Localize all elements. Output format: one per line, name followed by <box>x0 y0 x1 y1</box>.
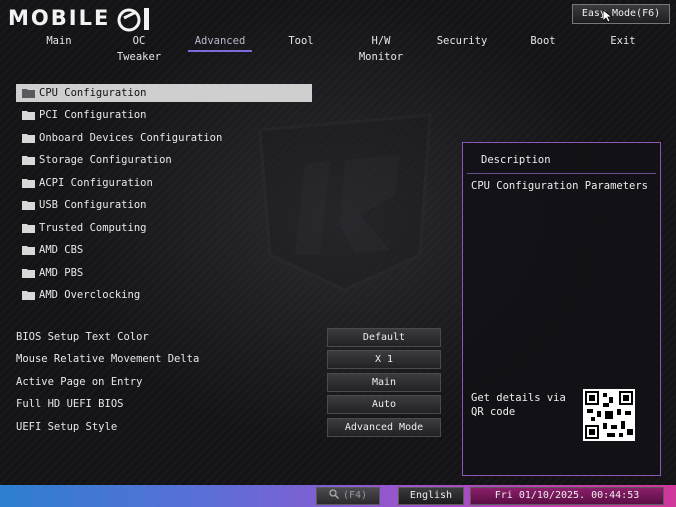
tab-oc-tweaker[interactable]: OC Tweaker <box>108 33 170 63</box>
qr-code-icon <box>585 391 633 439</box>
full-hd-uefi-select[interactable]: Auto <box>327 395 441 414</box>
language-button[interactable]: English <box>398 487 464 505</box>
menu-item-label: CPU Configuration <box>39 87 147 99</box>
folder-icon <box>22 111 35 120</box>
folder-icon <box>22 224 35 233</box>
tab-exit[interactable]: Exit <box>604 33 642 53</box>
folder-icon <box>22 156 35 165</box>
logo-text: MOBILE <box>8 6 111 30</box>
tab-tool[interactable]: Tool <box>282 33 320 53</box>
folder-icon <box>22 246 35 255</box>
main-tab-bar: Main OC Tweaker Advanced Tool H/W Monito… <box>0 33 676 63</box>
tab-advanced[interactable]: Advanced <box>188 33 252 53</box>
menu-item-trusted-computing[interactable]: Trusted Computing <box>16 219 312 237</box>
easy-mode-button[interactable]: Easy Mode(F6) <box>572 4 670 24</box>
description-panel: Description CPU Configuration Parameters… <box>462 142 661 476</box>
qr-caption: Get details via QR code <box>471 392 566 418</box>
active-page-select[interactable]: Main <box>327 373 441 392</box>
menu-item-usb-configuration[interactable]: USB Configuration <box>16 196 312 214</box>
folder-icon <box>22 201 35 210</box>
tab-security[interactable]: Security <box>436 33 488 53</box>
search-shortcut: (F4) <box>342 490 368 501</box>
mouse-delta-select[interactable]: X 1 <box>327 350 441 369</box>
setting-label-mouse-delta: Mouse Relative Movement Delta <box>16 353 200 365</box>
setting-label-full-hd-uefi: Full HD UEFI BIOS <box>16 398 124 410</box>
menu-item-label: AMD CBS <box>39 244 84 256</box>
description-divider <box>467 173 656 174</box>
mouse-cursor-icon <box>603 10 612 23</box>
menu-item-onboard-devices-configuration[interactable]: Onboard Devices Configuration <box>16 129 312 147</box>
menu-item-label: PCI Configuration <box>39 109 147 121</box>
menu-item-amd-overclocking[interactable]: AMD Overclocking <box>16 286 312 304</box>
menu-item-label: AMD PBS <box>39 267 84 279</box>
menu-item-pci-configuration[interactable]: PCI Configuration <box>16 106 312 124</box>
search-button[interactable]: (F4) <box>316 487 380 505</box>
setting-label-uefi-style: UEFI Setup Style <box>16 421 118 433</box>
menu-item-label: Storage Configuration <box>39 154 172 166</box>
search-icon <box>329 489 339 500</box>
menu-item-amd-pbs[interactable]: AMD PBS <box>16 264 312 282</box>
folder-icon <box>22 134 35 143</box>
setting-label-bios-text-color: BIOS Setup Text Color <box>16 331 149 343</box>
tab-boot[interactable]: Boot <box>524 33 562 53</box>
folder-icon <box>22 89 35 98</box>
description-title: Description <box>481 154 551 166</box>
tab-hw-monitor[interactable]: H/W Monitor <box>348 33 414 63</box>
menu-item-cpu-configuration[interactable]: CPU Configuration <box>16 84 312 102</box>
menu-item-label: Trusted Computing <box>39 222 147 234</box>
menu-item-amd-cbs[interactable]: AMD CBS <box>16 241 312 259</box>
menu-item-acpi-configuration[interactable]: ACPI Configuration <box>16 174 312 192</box>
status-bar: (F4) English Fri 01/10/2025. 00:44:53 <box>0 485 676 507</box>
menu-item-label: AMD Overclocking <box>39 289 141 301</box>
menu-item-label: ACPI Configuration <box>39 177 153 189</box>
menu-item-label: USB Configuration <box>39 199 147 211</box>
bios-text-color-select[interactable]: Default <box>327 328 441 347</box>
setting-label-active-page: Active Page on Entry <box>16 376 143 388</box>
folder-icon <box>22 269 35 278</box>
uefi-style-select[interactable]: Advanced Mode <box>327 418 441 437</box>
folder-icon <box>22 291 35 300</box>
tab-main[interactable]: Main <box>38 33 80 53</box>
datetime-display: Fri 01/10/2025. 00:44:53 <box>470 487 664 505</box>
logo-mark-icon <box>117 8 149 32</box>
menu-item-label: Onboard Devices Configuration <box>39 132 223 144</box>
folder-icon <box>22 179 35 188</box>
qr-code <box>583 389 635 441</box>
menu-item-storage-configuration[interactable]: Storage Configuration <box>16 151 312 169</box>
description-text: CPU Configuration Parameters <box>471 180 649 192</box>
